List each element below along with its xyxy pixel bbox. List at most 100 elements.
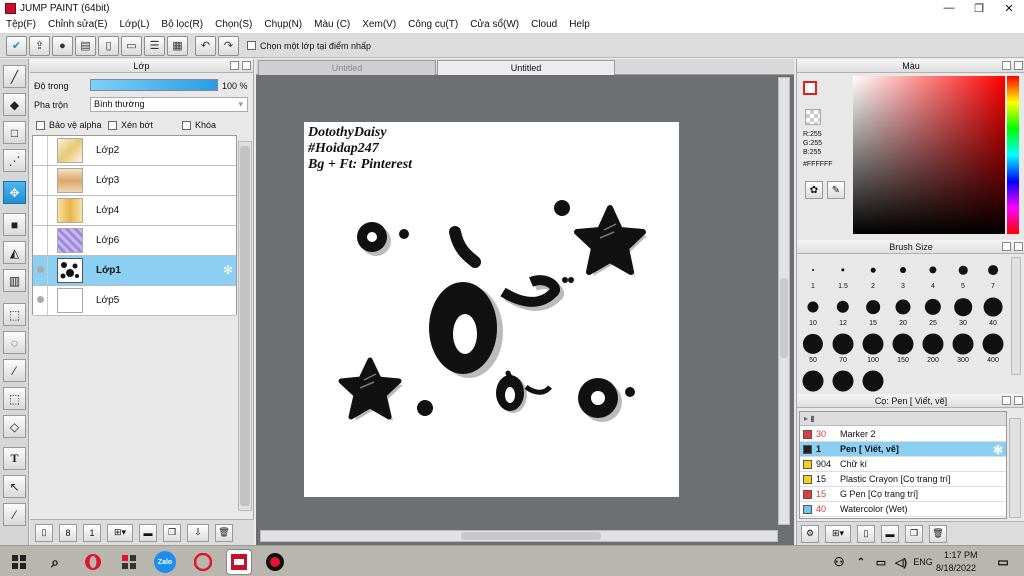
- layer-row[interactable]: Lớp6: [33, 226, 236, 256]
- tool-item[interactable]: 904 Chữ kí: [800, 457, 1006, 472]
- snap-layer-checkbox[interactable]: Chọn một lớp tại điểm nhấp: [247, 41, 371, 51]
- panel-float-icon[interactable]: [1002, 61, 1011, 70]
- gear-icon[interactable]: ✻: [993, 443, 1003, 457]
- speech-bubble-icon[interactable]: ●: [52, 35, 73, 56]
- tool-list-scrollbar[interactable]: [1009, 418, 1021, 518]
- tool-item[interactable]: 15 G Pen [Cọ trang trí]: [800, 487, 1006, 502]
- layer-row[interactable]: Lớp5: [33, 286, 236, 316]
- panel-float-icon[interactable]: [1002, 396, 1011, 405]
- scroll-thumb[interactable]: [780, 278, 788, 358]
- tab-untitled-1[interactable]: Untitled: [258, 60, 436, 75]
- brush-size-cell[interactable]: 7: [978, 257, 1008, 294]
- menu-file[interactable]: Tệp(F): [0, 19, 42, 30]
- brush-scrollbar[interactable]: [1011, 257, 1021, 375]
- lock-checkbox[interactable]: Khóa: [182, 120, 216, 130]
- cloud-check-icon[interactable]: ✔: [6, 35, 27, 56]
- redo-icon[interactable]: ↷: [218, 35, 239, 56]
- search-icon[interactable]: ⌕: [42, 549, 68, 575]
- tool-item[interactable]: 30 Marker 2: [800, 427, 1006, 442]
- panel-close-icon[interactable]: [242, 61, 251, 70]
- brush-size-cell[interactable]: 2: [858, 257, 888, 294]
- gradient-tool-icon[interactable]: ▥: [3, 269, 26, 292]
- brush-size-cell[interactable]: 70: [828, 331, 858, 368]
- menu-layer[interactable]: Lớp(L): [114, 19, 156, 30]
- brush-size-cell[interactable]: 15: [858, 294, 888, 331]
- clock-time[interactable]: 1:17 PM: [944, 550, 978, 560]
- opera-gx-icon[interactable]: [190, 549, 216, 575]
- menu-help[interactable]: Help: [563, 19, 596, 30]
- brush-size-cell[interactable]: 150: [888, 331, 918, 368]
- bucket-tool-icon[interactable]: ◭: [3, 241, 26, 264]
- eyedropper-tool-icon[interactable]: ⁄: [3, 503, 26, 526]
- magic-wand-tool-icon[interactable]: ⁄: [3, 359, 26, 382]
- brush-size-cell[interactable]: 10: [798, 294, 828, 331]
- opacity-slider[interactable]: [90, 79, 218, 91]
- trash-icon[interactable]: 🗑: [929, 524, 947, 543]
- panel-close-icon[interactable]: [1014, 61, 1023, 70]
- brush-size-cell[interactable]: 3: [888, 257, 918, 294]
- clock-date[interactable]: 8/18/2022: [936, 563, 976, 573]
- brush-size-cell[interactable]: 25: [918, 294, 948, 331]
- menu-cloud[interactable]: Cloud: [525, 19, 563, 30]
- menu-select[interactable]: Chọn(S): [209, 19, 258, 30]
- export-icon[interactable]: ⇪: [29, 35, 50, 56]
- maximize-button[interactable]: ❐: [964, 0, 994, 16]
- protect-alpha-checkbox[interactable]: Bảo vệ alpha: [36, 120, 102, 130]
- menu-filter[interactable]: Bộ lọc(R): [155, 19, 209, 30]
- layer-row[interactable]: Lớp3: [33, 166, 236, 196]
- brush-size-cell[interactable]: 200: [918, 331, 948, 368]
- panel-float-icon[interactable]: [230, 61, 239, 70]
- fill-rect-tool-icon[interactable]: ■: [3, 213, 26, 236]
- menu-edit[interactable]: Chỉnh sửa(E): [42, 19, 114, 30]
- notifications-icon[interactable]: ▭: [990, 549, 1016, 575]
- merge-layer-icon[interactable]: ⇩: [187, 523, 209, 542]
- duplicate-tool-icon[interactable]: ❐: [905, 524, 923, 543]
- brush-tool-icon[interactable]: ╱: [3, 65, 26, 88]
- visibility-toggle[interactable]: [33, 136, 48, 165]
- copy-tool-icon[interactable]: ▯: [857, 524, 875, 543]
- menu-color[interactable]: Màu (C): [308, 19, 356, 30]
- document-icon[interactable]: ▭: [121, 35, 142, 56]
- trash-icon[interactable]: 🗑: [215, 523, 233, 542]
- layer-row[interactable]: Lớp2: [33, 136, 236, 166]
- layer-row-selected[interactable]: Lớp1 ✻: [33, 256, 236, 286]
- operation-tool-icon[interactable]: ↖: [3, 475, 26, 498]
- brush-size-cell[interactable]: 5: [948, 257, 978, 294]
- visibility-toggle[interactable]: [33, 196, 48, 225]
- blend-mode-select[interactable]: Bình thường: [90, 97, 248, 112]
- menu-window[interactable]: Cửa sổ(W): [464, 19, 525, 30]
- tool-item[interactable]: 15 Plastic Crayon [Cọ trang trí]: [800, 472, 1006, 487]
- brush-size-cell[interactable]: 300: [948, 331, 978, 368]
- tab-untitled-2[interactable]: Untitled: [437, 60, 615, 75]
- tool-item[interactable]: 40 Watercolor (Wet): [800, 502, 1006, 517]
- panel-close-icon[interactable]: [1014, 396, 1023, 405]
- gear-icon[interactable]: ✻: [223, 263, 233, 277]
- tool-settings-icon[interactable]: ⚙: [801, 524, 819, 543]
- visibility-toggle[interactable]: [33, 166, 48, 195]
- text-tool-icon[interactable]: T: [3, 447, 26, 470]
- checkbox-box[interactable]: [182, 120, 191, 130]
- recorder-icon[interactable]: [262, 549, 288, 575]
- drawing-canvas[interactable]: DotothyDaisy #Hoidap247 Bg + Ft: Pintere…: [304, 122, 679, 497]
- layer-scrollbar[interactable]: [238, 141, 252, 511]
- transparent-color-swatch[interactable]: [805, 109, 821, 125]
- folder-icon[interactable]: ▬: [139, 523, 157, 542]
- scroll-thumb[interactable]: [240, 146, 250, 506]
- duplicate-layer-icon[interactable]: ❐: [163, 523, 181, 542]
- layer-row[interactable]: Lớp4: [33, 196, 236, 226]
- brush-size-cell[interactable]: 1: [798, 257, 828, 294]
- undo-icon[interactable]: ↶: [195, 35, 216, 56]
- select-pen-tool-icon[interactable]: ⬚: [3, 387, 26, 410]
- clipping-checkbox[interactable]: Xén bớt: [108, 120, 153, 130]
- canvas-vertical-scrollbar[interactable]: [778, 77, 790, 525]
- brush-size-cell[interactable]: 30: [948, 294, 978, 331]
- brush-size-cell[interactable]: 100: [858, 331, 888, 368]
- brush-size-cell[interactable]: 1.5: [828, 257, 858, 294]
- menu-view[interactable]: Xem(V): [356, 19, 402, 30]
- new-layer-8bit-icon[interactable]: 8: [59, 523, 77, 542]
- folder-icon[interactable]: ▬: [881, 524, 899, 543]
- scroll-thumb[interactable]: [461, 532, 601, 540]
- visibility-toggle[interactable]: [33, 256, 48, 285]
- new-layer-1bit-icon[interactable]: 1: [83, 523, 101, 542]
- close-button[interactable]: ✕: [994, 0, 1024, 16]
